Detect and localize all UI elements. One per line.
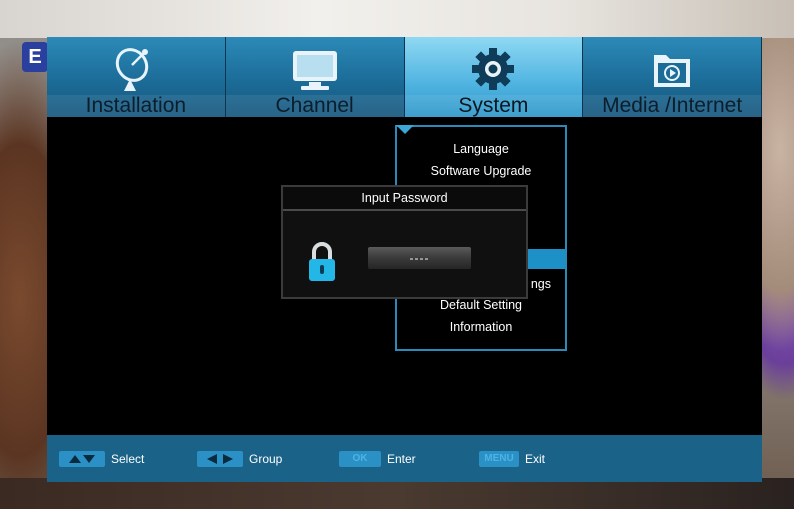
tab-channel[interactable]: Channel — [225, 37, 405, 117]
password-input[interactable]: ---- — [368, 247, 471, 269]
ok-key-icon: OK — [339, 451, 381, 467]
tab-media-internet-label: Media /Internet — [583, 95, 761, 117]
help-select-label: Select — [111, 452, 145, 466]
help-bar: Select Group OK Enter MENU Exit — [47, 435, 762, 482]
password-dialog: Input Password ---- — [281, 185, 528, 299]
help-exit: MENU Exit — [479, 450, 545, 468]
tab-system[interactable]: System — [404, 37, 584, 117]
tab-channel-label: Channel — [225, 95, 404, 117]
media-folder-icon — [654, 55, 691, 87]
satellite-dish-icon — [115, 48, 149, 91]
tab-media-internet[interactable]: Media /Internet — [583, 37, 762, 117]
up-down-key-icon — [59, 451, 105, 467]
background-floor — [0, 478, 794, 509]
dialog-body: ---- — [283, 211, 526, 297]
background-wall — [0, 0, 794, 38]
main-menu-bar: Installation Channel System Media /Inter… — [47, 37, 762, 117]
menu-key-icon: MENU — [479, 451, 519, 467]
menu-item-language[interactable]: Language — [397, 139, 565, 159]
channel-logo-badge: E — [22, 42, 48, 72]
help-exit-label: Exit — [525, 452, 546, 466]
tab-installation[interactable]: Installation — [47, 37, 226, 117]
left-right-key-icon — [197, 451, 243, 467]
lock-icon — [309, 242, 335, 281]
help-enter-label: Enter — [387, 452, 416, 466]
help-enter: OK Enter — [339, 450, 416, 468]
dialog-title: Input Password — [283, 187, 526, 211]
help-group: Group — [197, 450, 282, 468]
menu-item-software-upgrade[interactable]: Software Upgrade — [397, 161, 565, 181]
help-select: Select — [59, 450, 144, 468]
tab-installation-label: Installation — [47, 95, 225, 117]
tv-monitor-icon — [292, 51, 337, 90]
menu-item-information[interactable]: Information — [397, 317, 565, 337]
gear-icon — [472, 48, 515, 90]
tab-system-label: System — [404, 95, 583, 117]
help-group-label: Group — [249, 452, 283, 466]
tv-screen: Installation Channel System Media /Inter… — [47, 37, 762, 482]
submenu-pointer — [396, 125, 414, 134]
